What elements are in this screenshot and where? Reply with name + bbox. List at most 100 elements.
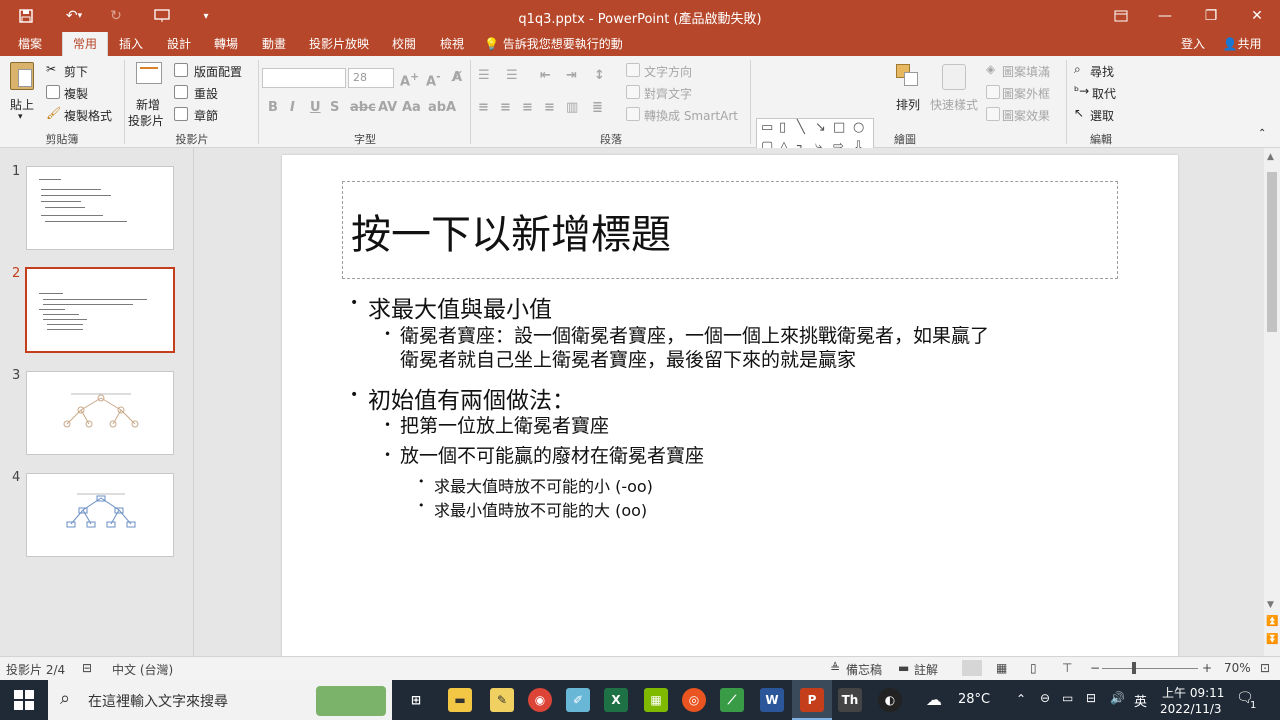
slide-thumbnail-4[interactable] — [26, 473, 174, 557]
slideshow-icon[interactable]: ⊤ — [1062, 661, 1072, 675]
format-painter-button[interactable]: 🖌 複製格式 — [46, 106, 124, 124]
shrink-font-icon[interactable]: A- — [426, 70, 441, 89]
zoom-in-icon[interactable]: + — [1202, 661, 1212, 675]
signin-link[interactable]: 登入 — [1176, 32, 1210, 56]
find-button[interactable]: ⌕ 尋找 — [1074, 62, 1134, 80]
zoom-slider-thumb[interactable] — [1132, 662, 1136, 674]
pen-app-icon[interactable]: ✐ — [566, 688, 590, 712]
file-explorer-icon[interactable]: ▬ — [448, 688, 472, 712]
next-slide-icon[interactable]: ⏬ — [1266, 634, 1278, 645]
zoom-level[interactable]: 70% — [1224, 661, 1251, 675]
font-color-icon[interactable]: A — [446, 100, 456, 115]
task-view-icon[interactable]: ⊞ — [404, 688, 428, 712]
shape-fill-button[interactable]: ◈ 圖案填滿 — [986, 62, 1066, 80]
taskbar-search[interactable]: ⌕ 在這裡輸入文字來搜尋 — [48, 680, 392, 720]
weather-temp[interactable]: 28°C — [958, 692, 990, 707]
align-center-icon[interactable]: ≡ — [500, 100, 511, 115]
windows-start-icon[interactable] — [14, 690, 34, 710]
tab-insert[interactable]: 插入 — [112, 32, 150, 56]
comments-button[interactable]: 註解 — [914, 661, 938, 678]
align-right-icon[interactable]: ≡ — [522, 100, 533, 115]
spellcheck-icon[interactable]: ⊟ — [82, 661, 92, 675]
zoom-out-icon[interactable]: − — [1090, 661, 1100, 675]
paragraph-distribute-icon[interactable]: ≣ — [592, 100, 603, 115]
bold-icon[interactable]: B — [268, 100, 278, 115]
minimize-icon[interactable]: — — [1142, 0, 1188, 32]
tab-home[interactable]: 常用 — [62, 32, 108, 56]
bullet-level2[interactable]: 放一個不可能贏的廢材在衛冕者寶座 — [400, 444, 704, 468]
collapse-ribbon-icon[interactable]: ⌃ — [1258, 128, 1266, 139]
shadow-icon[interactable]: S — [330, 100, 339, 115]
close-icon[interactable]: ✕ — [1234, 0, 1280, 32]
new-slide-button[interactable]: 新增 投影片 — [128, 60, 168, 128]
clear-format-icon[interactable]: A̸ — [452, 70, 462, 85]
comments-icon[interactable]: ▬ — [898, 661, 909, 675]
notes-button[interactable]: 備忘稿 — [846, 661, 882, 678]
tab-slideshow[interactable]: 投影片放映 — [302, 32, 376, 56]
ribbon-display-options-icon[interactable] — [1098, 0, 1144, 32]
reset-button[interactable]: 重設 — [174, 84, 234, 102]
text-direction-button[interactable]: 文字方向 — [626, 62, 706, 80]
reading-view-icon[interactable]: ▯ — [1030, 661, 1037, 675]
tab-view[interactable]: 檢視 — [432, 32, 472, 56]
bullet-level1[interactable]: 求最大值與最小值 — [368, 290, 552, 324]
bullet-level3[interactable]: 求最小值時放不可能的大 (oo) — [434, 497, 647, 521]
tray-chevron-icon[interactable]: ⌃ — [1016, 692, 1026, 706]
bullet-level2-continued[interactable]: 衛冕者就自己坐上衛冕者寶座，最後留下來的就是贏家 — [400, 348, 856, 372]
strikethrough-icon[interactable]: abc — [350, 100, 376, 115]
quick-styles-button[interactable]: 快速樣式 — [928, 62, 982, 124]
normal-view-icon[interactable] — [962, 660, 982, 676]
notes-icon[interactable]: ≜ — [830, 661, 840, 675]
tab-transitions[interactable]: 轉場 — [206, 32, 246, 56]
cut-button[interactable]: ✂ 剪下 — [46, 62, 116, 80]
obs-icon[interactable]: ◐ — [878, 688, 902, 712]
sheet-app-icon[interactable]: ⟋ — [720, 688, 744, 712]
highlight-icon[interactable]: ab — [428, 100, 446, 115]
scrollbar-thumb[interactable] — [1267, 172, 1277, 332]
zoom-slider-track[interactable] — [1102, 668, 1198, 669]
decrease-indent-icon[interactable]: ⇤ — [540, 68, 551, 83]
align-left-icon[interactable]: ≡ — [478, 100, 489, 115]
notes-app-icon[interactable]: ✎ — [490, 688, 514, 712]
align-text-button[interactable]: 對齊文字 — [626, 84, 706, 102]
font-name-combo[interactable] — [262, 68, 346, 88]
copy-button[interactable]: 複製 — [46, 84, 120, 102]
tell-me-box[interactable]: 💡 告訴我您想要執行的動作... — [484, 32, 644, 75]
text-app-icon[interactable]: Th — [838, 688, 862, 712]
ubuntu-icon[interactable]: ◎ — [682, 688, 706, 712]
ime-indicator[interactable]: 英 — [1134, 691, 1147, 710]
tab-file[interactable]: 檔案 — [8, 32, 52, 56]
tab-animations[interactable]: 動畫 — [254, 32, 294, 56]
language-indicator[interactable]: 中文 (台灣) — [112, 661, 173, 678]
tray-app-icon[interactable]: ⊖ — [1040, 691, 1050, 705]
clock-date[interactable]: 2022/11/3 — [1160, 702, 1222, 716]
slide-thumbnail-2[interactable] — [25, 267, 175, 353]
bullet-level2[interactable]: 把第一位放上衛冕者寶座 — [400, 414, 609, 438]
layout-button[interactable]: 版面配置 — [174, 62, 258, 80]
bullet-level3[interactable]: 求最大值時放不可能的小 (-oo) — [434, 473, 653, 497]
arrange-button[interactable]: 排列 — [890, 62, 926, 124]
slide-thumbnail-3[interactable] — [26, 371, 174, 455]
tab-design[interactable]: 設計 — [160, 32, 198, 56]
slide-sorter-icon[interactable]: ▦ — [996, 661, 1007, 675]
shape-outline-button[interactable]: 圖案外框 — [986, 84, 1066, 102]
network-icon[interactable]: ⊟ — [1086, 691, 1096, 705]
bullet-level1[interactable]: 初始值有兩個做法： — [368, 381, 575, 415]
italic-icon[interactable]: I — [290, 100, 295, 115]
share-button[interactable]: 👤共用 — [1214, 32, 1270, 56]
columns-icon[interactable]: ▥ — [566, 100, 578, 115]
slide-canvas[interactable]: 按一下以新增標題 • 求最大值與最小值 • 衛冕者寶座：設一個衛冕者寶座，一個一… — [282, 155, 1178, 659]
shape-effects-button[interactable]: 圖案效果 — [986, 106, 1066, 124]
excel-icon[interactable]: X — [604, 688, 628, 712]
scroll-up-icon[interactable]: ▲ — [1267, 152, 1274, 162]
vertical-scrollbar[interactable]: ▲ ▼ ⏫ ⏬ — [1264, 148, 1280, 656]
slide-thumbnail-1[interactable] — [26, 166, 174, 250]
section-button[interactable]: 章節 — [174, 106, 238, 124]
bullet-level2[interactable]: 衛冕者寶座：設一個衛冕者寶座，一個一個上來挑戰衛冕者，如果贏了 — [400, 324, 989, 348]
paste-button[interactable]: 貼上 ▾ — [6, 60, 42, 126]
smartart-button[interactable]: 轉換成 SmartArt — [626, 106, 746, 124]
chrome-icon[interactable]: ◉ — [528, 688, 552, 712]
increase-indent-icon[interactable]: ⇥ — [566, 68, 577, 83]
tab-review[interactable]: 校閱 — [384, 32, 424, 56]
battery-icon[interactable]: ▭ — [1062, 691, 1073, 705]
